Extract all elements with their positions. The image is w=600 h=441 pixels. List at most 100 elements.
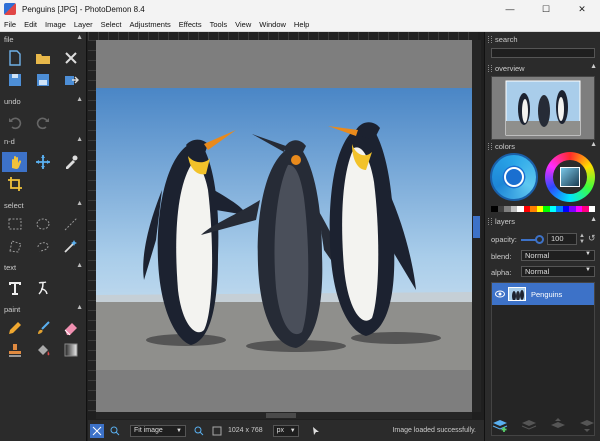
menu-image[interactable]: Image <box>45 20 66 29</box>
color-picker-tool[interactable] <box>58 152 83 172</box>
collapse-icon: ▲ <box>76 304 83 311</box>
line-select-tool[interactable] <box>58 214 83 234</box>
menu-tools[interactable]: Tools <box>210 20 228 29</box>
menu-edit[interactable]: Edit <box>24 20 37 29</box>
vertical-scroll-thumb[interactable] <box>473 216 480 238</box>
horizontal-scrollbar[interactable] <box>96 412 472 419</box>
save-as-tool[interactable] <box>30 70 55 90</box>
layer-row[interactable]: Penguins <box>492 283 594 305</box>
section-select[interactable]: select ▲ <box>0 200 87 211</box>
crop-tool[interactable] <box>2 174 27 194</box>
horizontal-ruler <box>88 32 478 40</box>
rectangle-select-icon <box>8 218 21 230</box>
opacity-spinner[interactable]: ▲ ▼ <box>579 233 587 245</box>
section-nd[interactable]: n-d ▲ <box>0 136 87 147</box>
colors-section-header[interactable]: colors ▲ <box>485 141 600 152</box>
open-image-tool[interactable] <box>30 48 55 68</box>
undo-tool[interactable] <box>2 112 27 132</box>
vertical-scrollbar[interactable] <box>472 40 481 412</box>
menu-help[interactable]: Help <box>294 20 309 29</box>
primary-color-wheel[interactable] <box>490 153 538 201</box>
search-input[interactable] <box>491 48 595 58</box>
minimize-button[interactable]: — <box>492 0 528 18</box>
search-section-header[interactable]: search <box>485 34 600 45</box>
brush-tool[interactable] <box>30 318 55 338</box>
new-file-icon <box>8 50 21 66</box>
new-image-tool[interactable] <box>2 48 27 68</box>
zoom-value: Fit image <box>134 427 163 434</box>
menu-select[interactable]: Select <box>101 20 122 29</box>
layer-stack-icon[interactable] <box>520 417 538 433</box>
alpha-mode-select[interactable]: Normal ▼ <box>521 266 595 277</box>
ellipse-select-icon <box>36 218 49 230</box>
fit-icon <box>92 426 102 435</box>
menu-layer[interactable]: Layer <box>74 20 93 29</box>
gradient-icon <box>64 343 77 357</box>
grip-icon <box>488 36 492 43</box>
reset-icon[interactable]: ↺ <box>588 233 596 244</box>
eraser-tool[interactable] <box>58 318 83 338</box>
add-layer-icon[interactable] <box>491 417 509 433</box>
canvas-area[interactable] <box>96 40 472 412</box>
menu-view[interactable]: View <box>235 20 251 29</box>
typography-tool[interactable] <box>30 278 55 298</box>
section-text[interactable]: text ▲ <box>0 262 87 273</box>
window-title: Penguins [JPG] - PhotoDemon 8.4 <box>22 4 145 14</box>
polygon-select-tool[interactable] <box>2 236 27 256</box>
crop-icon <box>7 177 22 191</box>
clone-stamp-tool[interactable] <box>2 340 27 360</box>
zoom-in-button[interactable] <box>192 424 206 438</box>
redo-tool[interactable] <box>30 112 55 132</box>
opacity-value: 100 <box>551 234 564 243</box>
move-tool[interactable] <box>30 152 55 172</box>
eyedropper-icon <box>65 155 77 169</box>
color-swatches[interactable] <box>491 206 595 212</box>
hand-tool[interactable] <box>2 152 27 172</box>
opacity-input[interactable]: 100 <box>547 233 577 245</box>
section-text-label: text <box>4 263 17 272</box>
color-swatch[interactable] <box>588 206 595 212</box>
text-tool[interactable] <box>2 278 27 298</box>
gradient-tool[interactable] <box>58 340 83 360</box>
export-tool[interactable] <box>58 70 83 90</box>
zoom-out-button[interactable] <box>108 424 122 438</box>
overview-section-header[interactable]: overview ▲ <box>485 63 600 74</box>
blend-mode-select[interactable]: Normal ▼ <box>521 250 595 261</box>
close-button[interactable]: ✕ <box>564 0 600 18</box>
layer-name: Penguins <box>531 289 563 299</box>
overview-thumbnail[interactable] <box>491 76 595 140</box>
saturation-square[interactable] <box>560 167 580 187</box>
move-layer-down-icon[interactable] <box>578 417 596 433</box>
title-bar: Penguins [JPG] - PhotoDemon 8.4 — ☐ ✕ <box>0 0 600 18</box>
move-layer-up-icon[interactable] <box>549 417 567 433</box>
search-label: search <box>495 35 518 44</box>
section-file[interactable]: file ▲ <box>0 34 87 45</box>
menu-window[interactable]: Window <box>259 20 286 29</box>
section-paint[interactable]: paint ▲ <box>0 304 87 315</box>
save-tool[interactable] <box>2 70 27 90</box>
menu-effects[interactable]: Effects <box>179 20 202 29</box>
unit-select[interactable]: px ▼ <box>272 424 299 437</box>
section-undo-label: undo <box>4 97 21 106</box>
maximize-button[interactable]: ☐ <box>528 0 564 18</box>
menu-file[interactable]: File <box>4 20 16 29</box>
magic-wand-tool[interactable] <box>58 236 83 256</box>
close-image-tool[interactable] <box>58 48 83 68</box>
pencil-tool[interactable] <box>2 318 27 338</box>
lasso-select-tool[interactable] <box>30 236 55 256</box>
layers-section-header[interactable]: layers ▲ <box>485 216 600 227</box>
section-undo[interactable]: undo ▲ <box>0 96 87 107</box>
rect-select-tool[interactable] <box>2 214 27 234</box>
zoom-select[interactable]: Fit image ▼ <box>130 424 186 437</box>
visibility-eye-icon[interactable] <box>495 290 505 298</box>
status-message: Image loaded successfully. <box>392 427 476 434</box>
fit-screen-button[interactable] <box>90 423 104 438</box>
horizontal-scroll-thumb[interactable] <box>266 413 296 418</box>
menu-adjustments[interactable]: Adjustments <box>130 20 171 29</box>
hue-wheel[interactable] <box>545 152 595 202</box>
fill-tool[interactable] <box>30 340 55 360</box>
collapse-icon: ▲ <box>76 136 83 143</box>
chevron-down-icon: ▼ <box>176 427 182 434</box>
opacity-slider-knob[interactable] <box>535 235 544 244</box>
ellipse-select-tool[interactable] <box>30 214 55 234</box>
